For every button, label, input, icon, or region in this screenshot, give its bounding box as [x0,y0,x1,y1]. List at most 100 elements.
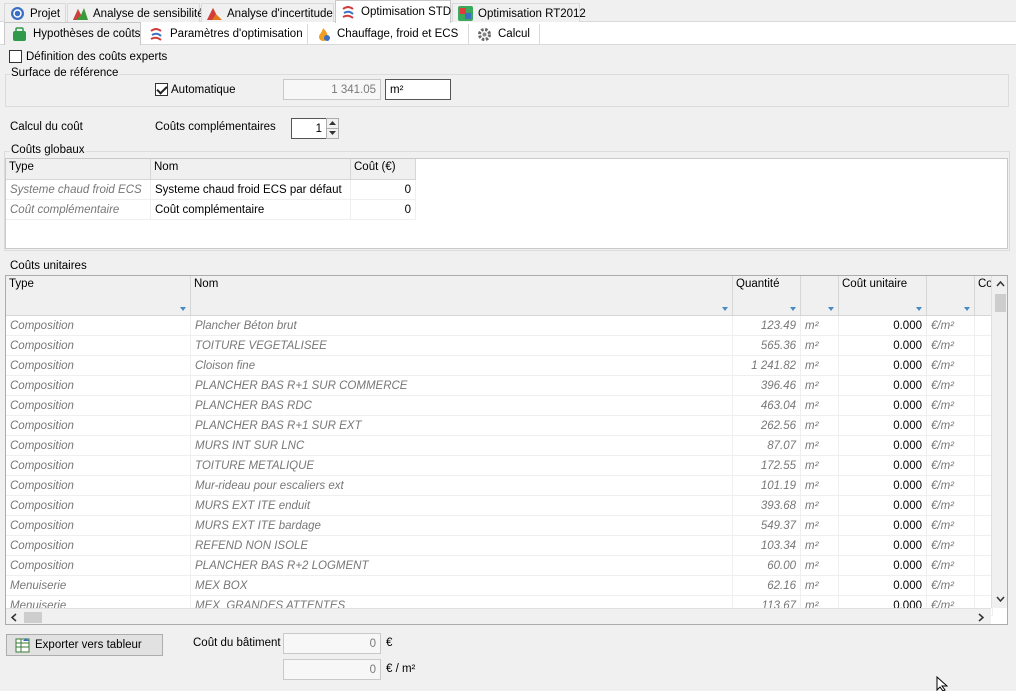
unit-row-6-cunit[interactable]: €/m² [927,416,975,436]
reference-surface-input[interactable]: 1 341.05 [283,79,381,100]
unit-row-5-name[interactable]: PLANCHER BAS RDC [191,396,733,416]
unit-row-3-cunit[interactable]: €/m² [927,356,975,376]
unit-row-1-type[interactable]: Composition [6,316,191,336]
horizontal-scroll-thumb[interactable] [24,612,42,623]
unit-row-9-name[interactable]: Mur-rideau pour escaliers ext [191,476,733,496]
building-cost-per-m2-input[interactable]: 0 [283,659,381,680]
tab-incertitude[interactable]: Analyse d'incertitude [201,3,334,23]
tab-parametres-optimisation[interactable]: Paramètres d'optimisation [142,24,308,44]
tab-optimisation-std[interactable]: Optimisation STD [335,0,451,23]
unit-row-1-unit[interactable]: m² [801,316,839,336]
tab-projet[interactable]: Projet [4,3,66,23]
export-spreadsheet-button[interactable]: Exporter vers tableur [6,634,163,656]
unit-row-11-cunit[interactable]: €/m² [927,516,975,536]
tab-sensibilite[interactable]: Analyse de sensibilité [67,3,204,23]
unit-row-3-cost[interactable]: 0.000 [839,356,927,376]
unit-row-6-type[interactable]: Composition [6,416,191,436]
unit-col-name[interactable]: Nom [191,276,733,316]
unit-row-11-qty[interactable]: 549.37 [733,516,801,536]
unit-row-8-cost[interactable]: 0.000 [839,456,927,476]
scroll-up-icon[interactable] [996,281,1005,287]
unit-row-9-type[interactable]: Composition [6,476,191,496]
global-row-2-cost[interactable]: 0 [351,200,416,220]
unit-row-8-type[interactable]: Composition [6,456,191,476]
unit-row-14-cost[interactable]: 0.000 [839,576,927,596]
unit-row-13-unit[interactable]: m² [801,556,839,576]
global-row-2-type[interactable]: Coût complémentaire [6,200,151,220]
unit-row-5-cunit[interactable]: €/m² [927,396,975,416]
unit-row-4-cost[interactable]: 0.000 [839,376,927,396]
unit-row-2-cost[interactable]: 0.000 [839,336,927,356]
unit-row-7-cost[interactable]: 0.000 [839,436,927,456]
unit-row-11-name[interactable]: MURS EXT ITE bardage [191,516,733,536]
unit-row-9-unit[interactable]: m² [801,476,839,496]
unit-row-8-cunit[interactable]: €/m² [927,456,975,476]
unit-row-7-type[interactable]: Composition [6,436,191,456]
unit-row-8-name[interactable]: TOITURE METALIQUE [191,456,733,476]
unit-row-12-name[interactable]: REFEND NON ISOLE [191,536,733,556]
unit-row-14-type[interactable]: Menuiserie [6,576,191,596]
unit-row-12-unit[interactable]: m² [801,536,839,556]
scroll-down-icon[interactable] [996,596,1005,602]
unit-row-1-qty[interactable]: 123.49 [733,316,801,336]
unit-row-12-qty[interactable]: 103.34 [733,536,801,556]
building-cost-input[interactable]: 0 [283,633,381,654]
unit-row-10-qty[interactable]: 393.68 [733,496,801,516]
unit-row-9-cunit[interactable]: €/m² [927,476,975,496]
tab-optimisation-rt2012[interactable]: Optimisation RT2012 [452,3,586,23]
vertical-scrollbar[interactable] [991,276,1007,608]
unit-row-7-name[interactable]: MURS INT SUR LNC [191,436,733,456]
expert-costs-checkbox-row[interactable]: Définition des coûts experts [9,50,167,63]
unit-row-7-unit[interactable]: m² [801,436,839,456]
scroll-right-icon[interactable] [978,613,984,622]
unit-row-5-unit[interactable]: m² [801,396,839,416]
unit-row-9-qty[interactable]: 101.19 [733,476,801,496]
unit-row-5-qty[interactable]: 463.04 [733,396,801,416]
unit-row-13-name[interactable]: PLANCHER BAS R+2 LOGMENT [191,556,733,576]
unit-row-8-qty[interactable]: 172.55 [733,456,801,476]
unit-col-type[interactable]: Type [6,276,191,316]
unit-row-4-type[interactable]: Composition [6,376,191,396]
filter-icon[interactable] [916,307,922,311]
automatic-checkbox-row[interactable]: Automatique [155,83,236,96]
global-row-1-cost[interactable]: 0 [351,180,416,200]
unit-row-2-unit[interactable]: m² [801,336,839,356]
unit-row-2-name[interactable]: TOITURE VEGETALISEE [191,336,733,356]
filter-icon[interactable] [722,307,728,311]
unit-row-14-cunit[interactable]: €/m² [927,576,975,596]
unit-col-cost-unit[interactable] [927,276,975,316]
reference-surface-unit[interactable]: m² [385,79,451,100]
unit-row-6-qty[interactable]: 262.56 [733,416,801,436]
unit-row-2-type[interactable]: Composition [6,336,191,356]
unit-row-10-name[interactable]: MURS EXT ITE enduit [191,496,733,516]
global-col-type[interactable]: Type [6,159,151,180]
complementary-costs-stepper[interactable]: 1 [291,118,327,139]
tab-hypotheses-couts[interactable]: Hypothèses de coûts [4,22,141,45]
unit-row-10-type[interactable]: Composition [6,496,191,516]
unit-row-6-cost[interactable]: 0.000 [839,416,927,436]
horizontal-scrollbar[interactable] [6,608,991,624]
filter-icon[interactable] [790,307,796,311]
unit-row-3-qty[interactable]: 1 241.82 [733,356,801,376]
global-col-cost[interactable]: Coût (€) [351,159,416,180]
unit-row-12-type[interactable]: Composition [6,536,191,556]
tab-chauffage[interactable]: Chauffage, froid et ECS [309,24,469,44]
global-row-1-name[interactable]: Systeme chaud froid ECS par défaut [151,180,351,200]
unit-row-7-cunit[interactable]: €/m² [927,436,975,456]
unit-row-13-cost[interactable]: 0.000 [839,556,927,576]
unit-row-13-qty[interactable]: 60.00 [733,556,801,576]
unit-row-4-cunit[interactable]: €/m² [927,376,975,396]
expert-costs-checkbox[interactable] [9,50,22,63]
unit-row-3-name[interactable]: Cloison fine [191,356,733,376]
stepper-down-button[interactable] [326,128,339,139]
unit-row-3-unit[interactable]: m² [801,356,839,376]
unit-row-2-qty[interactable]: 565.36 [733,336,801,356]
unit-row-1-cost[interactable]: 0.000 [839,316,927,336]
unit-row-1-name[interactable]: Plancher Béton brut [191,316,733,336]
unit-row-4-name[interactable]: PLANCHER BAS R+1 SUR COMMERCE [191,376,733,396]
unit-row-13-cunit[interactable]: €/m² [927,556,975,576]
vertical-scroll-thumb[interactable] [995,294,1006,312]
global-row-2-name[interactable]: Coût complémentaire [151,200,351,220]
scroll-left-icon[interactable] [11,613,17,622]
unit-row-4-unit[interactable]: m² [801,376,839,396]
